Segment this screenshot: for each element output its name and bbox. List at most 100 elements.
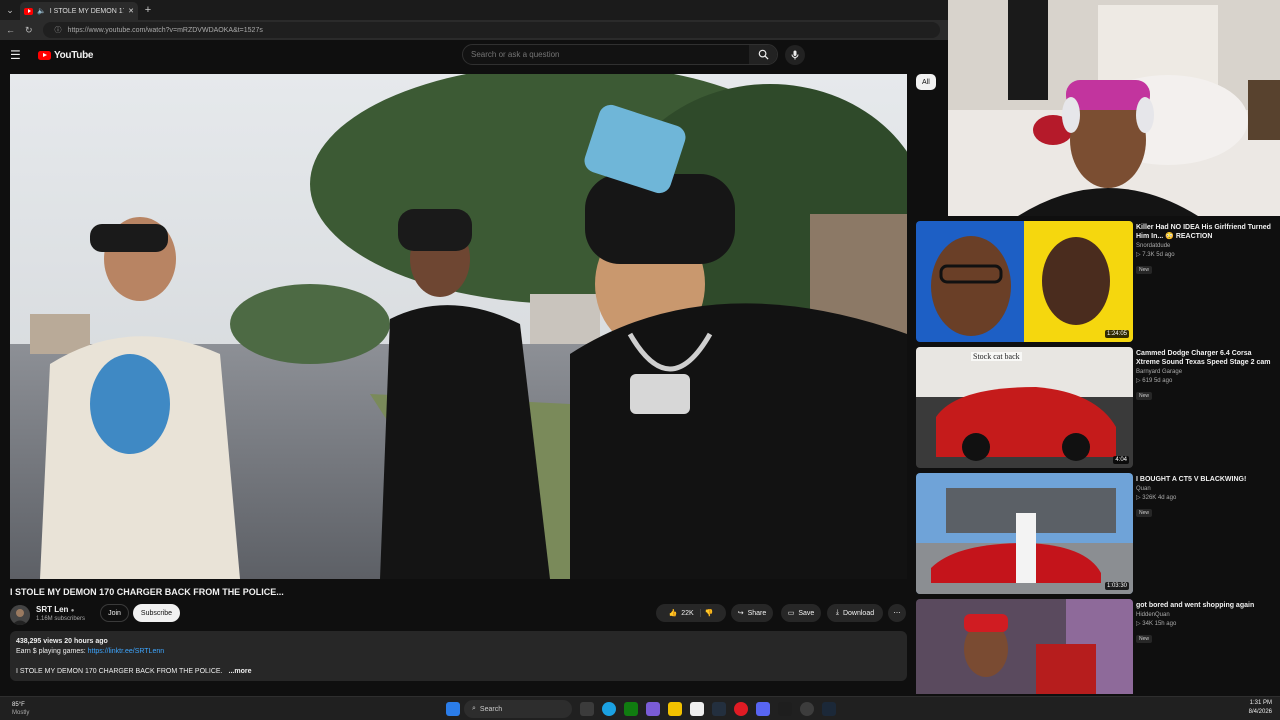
recommendation-meta-text: 34K 15h ago [1142,621,1177,627]
recommendation-meta: ▷ 326K 4d ago [1136,494,1271,501]
webcam-overlay [948,0,1280,216]
tab-list-button[interactable]: ⌄ [0,0,20,20]
recommendation-meta: ▷ 7.3K 5d ago [1136,251,1271,258]
recommendation-title[interactable]: Killer Had NO IDEA His Girlfriend Turned… [1136,223,1271,241]
recommendation-meta-text: 326K 4d ago [1142,495,1177,501]
browser-tab-bar: ⌄ 🔈 I STOLE MY DEMON 170 CHA ✕ + [0,0,948,20]
thumbnail-image [916,599,1133,694]
recommendation-title[interactable]: I BOUGHT A CT5 V BLACKWING! [1136,475,1271,484]
channel-row: SRT Len ● 1.16M subscribers Join Subscri… [10,603,907,625]
recommendation-channel[interactable]: Barnyard Garage [1136,369,1271,375]
new-badge: New [1136,509,1153,517]
thumbnail-image [916,473,1133,594]
bookmark-icon: ▭ [787,610,795,617]
channel-avatar[interactable] [10,605,30,625]
voice-search-button[interactable] [785,45,805,65]
reload-icon[interactable]: ↻ [25,25,33,36]
recommendation-title[interactable]: got bored and went shopping again [1136,601,1271,610]
share-button[interactable]: ↪ Share [731,604,773,622]
description-snippet-line: I STOLE MY DEMON 170 CHARGER BACK FROM T… [16,667,901,677]
save-label: Save [798,609,815,617]
channel-name[interactable]: SRT Len ● [36,605,74,614]
taskbar-search-label: Search [479,705,503,713]
recommendation-item[interactable]: 1:24:05 Killer Had NO IDEA His Girlfrien… [916,221,1276,342]
new-badge: New [1136,266,1153,274]
file-explorer-icon[interactable] [668,702,682,716]
recommendation-channel[interactable]: Snordatdude [1136,243,1271,249]
back-icon[interactable]: ← [6,25,15,35]
taskbar-search[interactable]: ⌕ Search [464,700,572,718]
recommendation-item[interactable]: 1:03:30 I BOUGHT A CT5 V BLACKWING! Quan… [916,473,1276,594]
recommendation-item[interactable]: Stock cat back 4:04 Cammed Dodge Charger… [916,347,1276,468]
chip-all[interactable]: All [916,74,936,90]
hamburger-menu-icon[interactable]: ☰ [10,48,30,62]
earn-link[interactable]: https://linktr.ee/SRTLenn [88,648,165,655]
recommendation-thumbnail[interactable] [916,599,1133,694]
recommendation-thumbnail[interactable]: 1:03:30 [916,473,1133,594]
dislike-button[interactable]: 👎 [705,609,714,617]
channel-name-text: SRT Len [36,605,69,614]
recommendation-channel[interactable]: Quan [1136,486,1271,492]
download-button[interactable]: ⤓ Download [827,604,883,622]
weather-widget[interactable]: 85°F Mostly [12,701,29,717]
video-player[interactable] [10,74,907,579]
site-info-icon[interactable]: ⓘ [55,25,62,35]
amazon-icon[interactable] [712,702,726,716]
steam-icon[interactable] [822,702,836,716]
like-button[interactable]: 👍 22K [669,609,701,617]
save-button[interactable]: ▭ Save [781,604,821,622]
description-box[interactable]: 438,295 views 20 hours ago Earn $ playin… [10,631,907,681]
microphone-icon [791,50,799,60]
recommendation-info: I BOUGHT A CT5 V BLACKWING! Quan ▷ 326K … [1136,475,1271,519]
download-icon: ⤓ [835,609,839,616]
subscribe-button[interactable]: Subscribe [133,604,180,622]
close-tab-icon[interactable]: ✕ [128,7,134,15]
like-count: 22K [681,609,694,617]
new-badge: New [1136,635,1153,643]
recommendation-meta-text: 7.3K 5d ago [1142,252,1175,258]
share-icon: ↪ [737,610,744,617]
edge-browser-icon[interactable] [602,702,616,716]
new-tab-button[interactable]: + [138,4,158,16]
recommendation-item[interactable]: got bored and went shopping again Hidden… [916,599,1276,694]
share-label: Share [747,609,767,617]
search-icon [758,49,769,60]
obs-icon[interactable] [800,702,814,716]
join-button[interactable]: Join [100,604,129,622]
filter-chips: All [916,74,936,90]
speaker-icon[interactable]: 🔈 [37,7,46,15]
recommendation-title[interactable]: Cammed Dodge Charger 6.4 Corsa Xtreme So… [1136,349,1271,367]
url-text: https://www.youtube.com/watch?v=mRZDVWDA… [67,26,263,34]
terminal-icon[interactable] [778,702,792,716]
browser-tab[interactable]: 🔈 I STOLE MY DEMON 170 CHA ✕ [20,2,138,20]
clock-time: 1:31 PM [1249,700,1272,706]
youtube-logo[interactable]: YouTube [38,50,94,61]
weather-temp: 85°F [12,702,25,708]
search-button[interactable] [749,45,777,64]
system-tray-clock[interactable]: 1:31 PM 8/4/2026 [1249,699,1272,717]
new-badge: New [1136,392,1153,400]
record-icon[interactable] [734,702,748,716]
xbox-icon[interactable] [624,702,638,716]
clock-date: 8/4/2026 [1248,709,1272,715]
calendar-icon[interactable] [690,702,704,716]
recommendation-info: got bored and went shopping again Hidden… [1136,601,1271,645]
youtube-logo-icon [38,50,51,60]
search-box [462,44,778,65]
app-icon[interactable] [646,702,660,716]
avatar-image [10,605,30,625]
youtube-header: ☰ YouTube [0,40,948,70]
recommendation-channel[interactable]: HiddenQuan [1136,612,1271,618]
recommendation-thumbnail[interactable]: Stock cat back 4:04 [916,347,1133,468]
taskbar-search-icon: ⌕ [472,705,476,712]
task-view-icon[interactable] [580,702,594,716]
start-windows-icon[interactable] [446,702,460,716]
discord-icon[interactable] [756,702,770,716]
show-more-link[interactable]: ...more [229,668,252,675]
thumbs-down-icon: 👎 [704,610,714,617]
more-actions-button[interactable]: ⋯ [888,604,906,622]
recommendation-thumbnail[interactable]: 1:24:05 [916,221,1133,342]
subscriber-count: 1.16M subscribers [36,616,86,622]
url-field[interactable]: ⓘ https://www.youtube.com/watch?v=mRZDVW… [42,22,940,38]
search-input[interactable] [471,50,777,59]
